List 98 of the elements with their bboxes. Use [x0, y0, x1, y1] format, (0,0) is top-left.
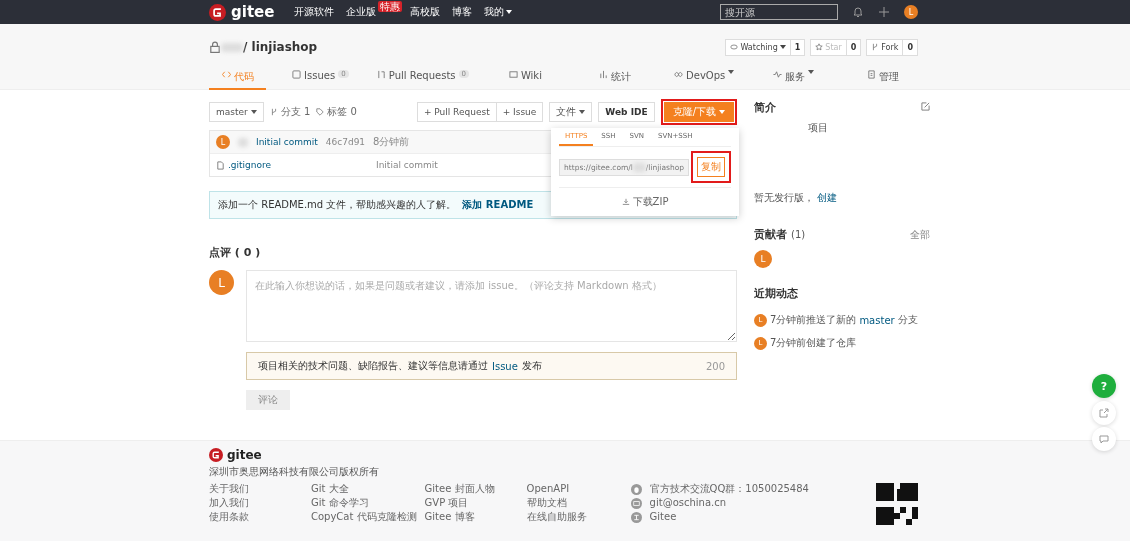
branch-icon — [269, 108, 278, 116]
footer-link[interactable]: 帮助文档 — [526, 497, 621, 509]
caret-icon — [719, 110, 725, 114]
star-icon — [815, 43, 824, 51]
commit-message[interactable]: Initial commit — [256, 137, 318, 147]
logo-text[interactable]: gitee — [231, 3, 275, 21]
create-release-link[interactable]: 创建 — [817, 191, 837, 205]
contact-text[interactable]: git@oschina.cn — [649, 497, 727, 509]
footer-link[interactable]: OpenAPI — [526, 483, 621, 495]
branch-link[interactable]: master — [859, 314, 895, 326]
tag-icon — [316, 108, 325, 116]
footer-link[interactable]: Git 命令学习 — [311, 497, 417, 509]
download-zip-link[interactable]: 下载ZIP — [559, 188, 731, 216]
search-field[interactable]: 搜开源 — [720, 4, 838, 20]
service-icon — [773, 70, 783, 79]
toolbar-button[interactable]: 文件 — [549, 102, 593, 122]
repo-name[interactable]: / linjiashop — [243, 40, 318, 54]
file-commit-message: Initial commit — [376, 160, 438, 170]
caret-icon — [250, 110, 257, 114]
activity-text: 7分钟前推送了新的 — [770, 313, 857, 327]
footer-link[interactable]: 关于我们 — [209, 483, 303, 495]
manage-icon — [866, 70, 876, 79]
caret-icon — [779, 45, 786, 49]
activity-text: 分支 — [897, 313, 918, 327]
nav-menu[interactable]: 我的 — [484, 5, 513, 19]
code-icon — [221, 70, 231, 79]
toolbar-button[interactable]: + Pull Request — [416, 102, 497, 122]
activity-text: 7分钟前创建了仓库 — [770, 336, 857, 350]
promo-badge: 特惠 — [378, 0, 403, 12]
toolbar-button[interactable]: + Issue — [496, 102, 544, 122]
chat-icon — [1099, 434, 1109, 444]
contact-text[interactable]: 官方技术交流QQ群：1050025484 — [649, 483, 809, 495]
redaction-blur — [238, 137, 248, 147]
redaction-blur — [221, 42, 243, 52]
section-title: 简介 — [754, 100, 776, 115]
footer-link[interactable]: CopyCat 代码克隆检测 — [311, 511, 417, 523]
share-icon — [1099, 408, 1109, 418]
download-icon — [621, 198, 630, 206]
footer-link[interactable]: GVP 项目 — [424, 497, 519, 509]
branch-count[interactable]: 分支 1 — [269, 105, 311, 119]
repo-tab[interactable]: 统计 — [579, 70, 650, 90]
footer-link[interactable]: Git 大全 — [311, 483, 417, 495]
wiki-icon — [508, 70, 518, 79]
notice-text: 项目相关的技术问题、缺陷报告、建议等信息请通过 — [258, 359, 488, 373]
section-title: 近期动态 — [754, 286, 798, 301]
caret-icon — [579, 110, 586, 114]
file-name[interactable]: .gitignore — [228, 160, 272, 170]
stats-icon — [598, 70, 608, 79]
contributor-count: (1) — [791, 229, 806, 240]
file-icon — [216, 160, 225, 170]
branch-select[interactable]: master — [209, 102, 264, 122]
qr-code-icon — [876, 483, 918, 525]
section-title: 贡献者 — [754, 227, 787, 242]
bell-icon[interactable] — [852, 6, 864, 18]
char-limit: 200 — [705, 360, 725, 372]
footer-link[interactable]: 使用条款 — [209, 511, 303, 523]
repo-action-button[interactable]: Fork 0 — [866, 38, 918, 56]
repo-action-button[interactable]: Watching 1 — [725, 38, 806, 56]
footer-link[interactable]: 在线自助服务 — [526, 511, 621, 523]
footer-link[interactable]: Gitee 博客 — [424, 511, 519, 523]
repo-tab[interactable]: Wiki — [490, 70, 561, 90]
logo-icon — [209, 448, 223, 462]
logo-icon — [209, 3, 226, 21]
fork-icon — [871, 43, 880, 51]
add-readme-link[interactable]: 添加 README — [462, 198, 534, 212]
repo-tab[interactable]: 服务 — [758, 70, 829, 90]
copyright-text: 深圳市奥思网络科技有限公司版权所有 — [209, 466, 380, 478]
caret-icon — [506, 10, 513, 14]
devops-icon — [674, 70, 684, 79]
eye-icon — [730, 43, 739, 51]
commit-time: 8分钟前 — [373, 135, 410, 149]
readme-notice: 添加一个 README.md 文件，帮助感兴趣的人了解。 — [218, 198, 457, 212]
footer-link[interactable]: 加入我们 — [209, 497, 303, 509]
repo-tab[interactable]: 管理 — [847, 70, 918, 90]
repo-tab[interactable]: DevOps — [669, 70, 740, 90]
contact-text[interactable]: Gitee — [649, 511, 677, 523]
footer-logo-text[interactable]: gitee — [227, 449, 262, 461]
release-text: 暂无发行版， — [754, 191, 814, 205]
user-avatar: L — [209, 270, 234, 295]
user-avatar: L — [216, 135, 230, 149]
issues-icon — [292, 70, 302, 79]
edit-icon — [921, 102, 930, 111]
all-contributors-link[interactable]: 全部 — [910, 227, 930, 242]
intro-text: 项目 — [807, 121, 829, 135]
commit-hash[interactable]: 46c7d91 — [325, 137, 366, 147]
nav-link[interactable]: 企业版 — [346, 5, 377, 19]
comments-title: 点评 ( 0 ) — [209, 245, 262, 260]
plus-icon[interactable] — [878, 6, 890, 18]
nav-link[interactable]: 博客 — [452, 5, 473, 19]
issue-link[interactable]: Issue — [492, 360, 518, 372]
comment-field[interactable]: 在此输入你想说的话，如果是问题或者建议，请添加 issue。（评论支持 Markdown 格式） — [246, 270, 737, 342]
notice-text: 发布 — [521, 359, 542, 373]
tag-count[interactable]: 标签 0 — [316, 105, 357, 119]
pr-icon — [376, 70, 386, 79]
nav-link[interactable]: 开源软件 — [294, 5, 335, 19]
nav-link[interactable]: 高校版 — [410, 5, 441, 19]
footer-link[interactable]: Gitee 封面人物 — [424, 483, 519, 495]
toolbar-button[interactable]: Web IDE — [598, 102, 655, 122]
